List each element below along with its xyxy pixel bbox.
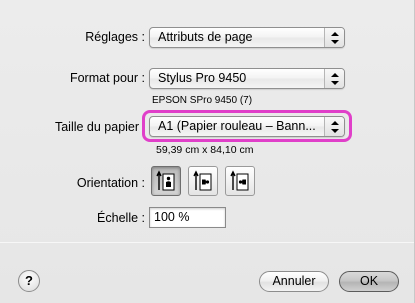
- cancel-button[interactable]: Annuler: [259, 271, 329, 292]
- landscape-right-icon: [230, 170, 249, 191]
- format-value: Stylus Pro 9450: [158, 71, 247, 85]
- orientation-portrait-button[interactable]: [151, 166, 181, 196]
- settings-value: Attributs de page: [158, 30, 253, 44]
- scale-label: Échelle :: [97, 211, 145, 225]
- paper-dimensions: 59,39 cm x 84,10 cm: [156, 144, 254, 156]
- landscape-left-icon: [193, 170, 212, 191]
- paper-size-label: Taille du papier :: [54, 120, 146, 134]
- portrait-icon: [156, 170, 175, 191]
- orientation-landscape-right-button[interactable]: [225, 166, 255, 196]
- scale-input[interactable]: 100 %: [149, 207, 226, 228]
- separator: [0, 242, 414, 243]
- popup-arrows-icon: [324, 117, 344, 136]
- settings-label: Réglages :: [85, 30, 145, 44]
- format-label: Format pour :: [69, 71, 145, 85]
- settings-popup[interactable]: Attributs de page: [149, 27, 345, 48]
- popup-arrows-icon: [324, 69, 344, 88]
- paper-size-popup[interactable]: A1 (Papier rouleau – Bann...: [149, 116, 345, 137]
- ok-button[interactable]: OK: [339, 271, 399, 292]
- format-popup[interactable]: Stylus Pro 9450: [149, 68, 345, 89]
- paper-size-value: A1 (Papier rouleau – Bann...: [158, 119, 316, 133]
- page-setup-dialog: Réglages : Attributs de page Format pour…: [0, 0, 415, 303]
- format-subtitle: EPSON SPro 9450 (7): [152, 95, 253, 106]
- help-button[interactable]: ?: [18, 270, 40, 292]
- orientation-landscape-left-button[interactable]: [188, 166, 218, 196]
- orientation-label: Orientation :: [76, 176, 145, 190]
- popup-arrows-icon: [324, 28, 344, 47]
